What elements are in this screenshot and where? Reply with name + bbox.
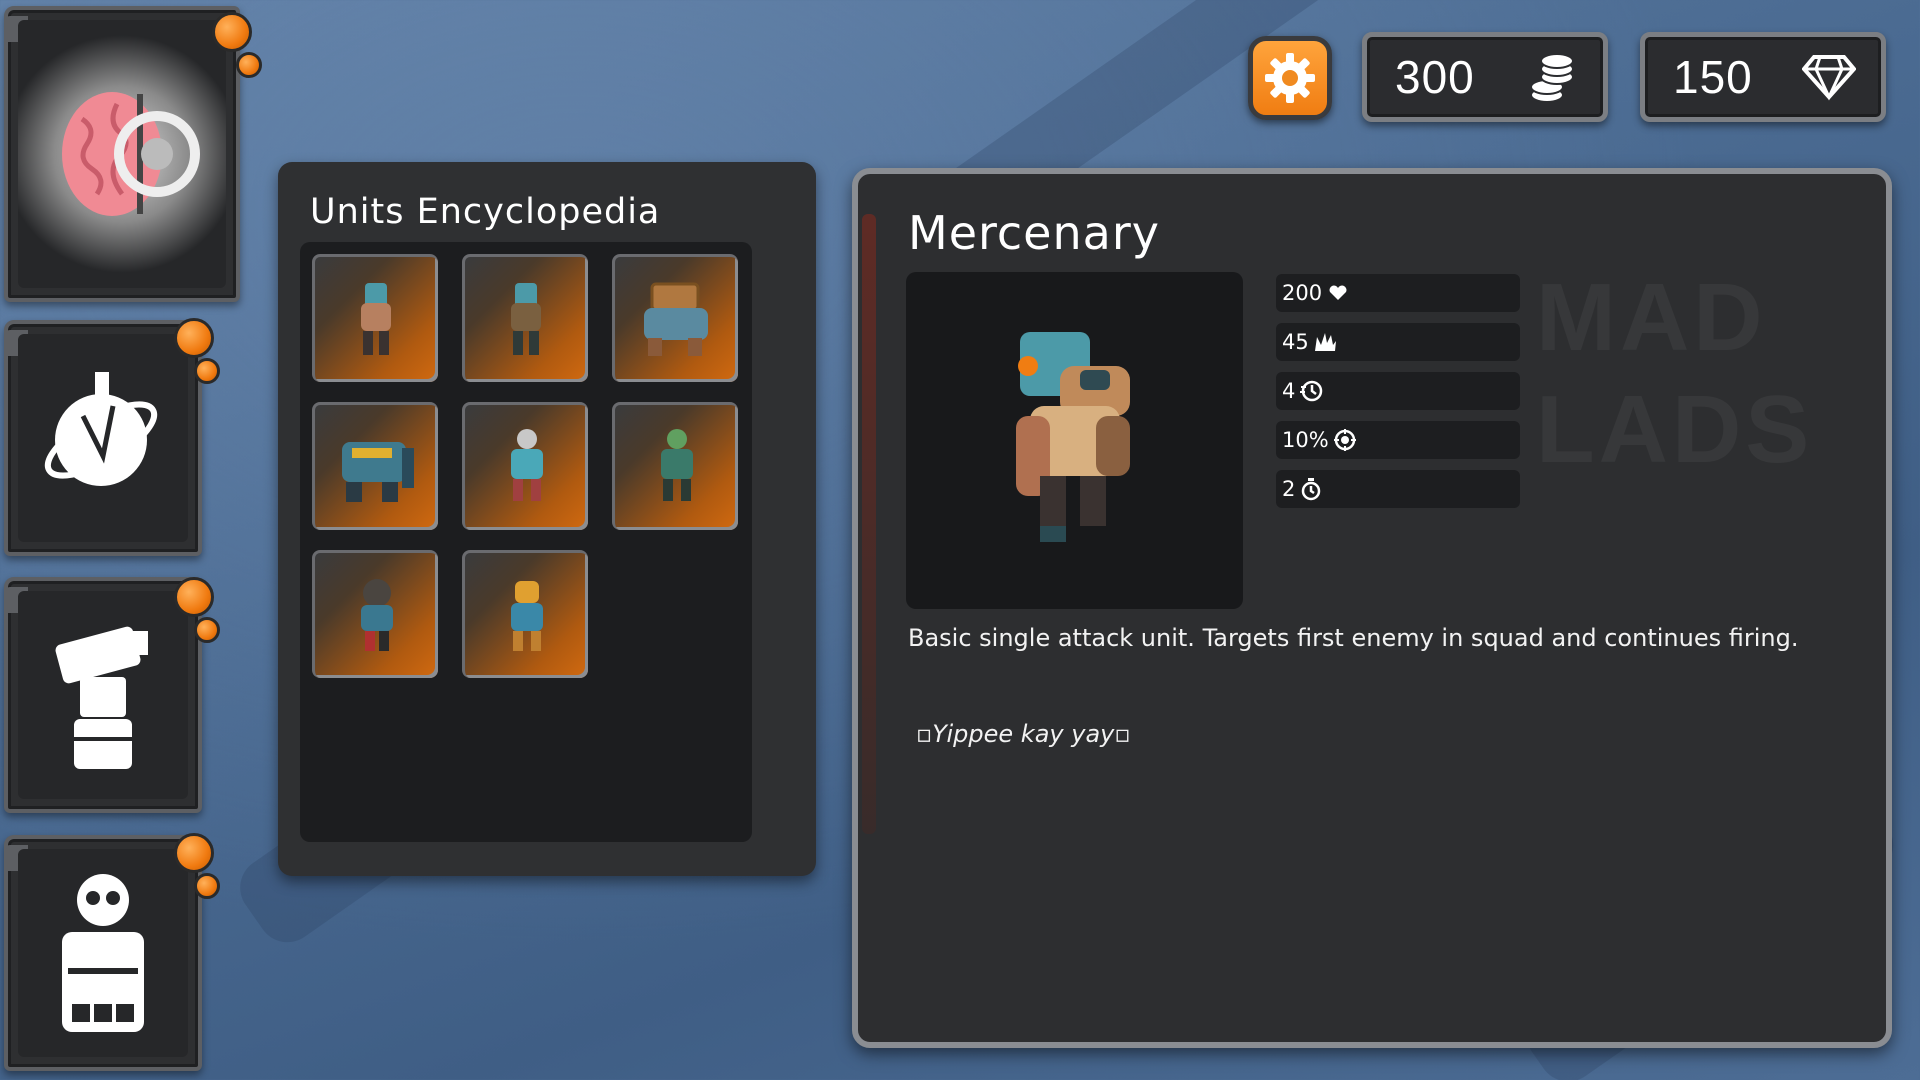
- unit-2-icon: [510, 282, 541, 355]
- notification-dot: [194, 617, 220, 643]
- gems-value: 150: [1673, 51, 1753, 103]
- unit-portrait: [906, 272, 1243, 609]
- panel-edge-decoration: [862, 214, 876, 834]
- watermark-line: LADS: [1536, 376, 1814, 483]
- attack-speed-icon: [1299, 379, 1323, 403]
- encyclopedia-title: Units Encyclopedia: [310, 192, 661, 232]
- diamond-icon: [1799, 47, 1859, 107]
- stat-value: 10%: [1282, 428, 1329, 452]
- unit-description: Basic single attack unit. Targets first …: [908, 624, 1799, 652]
- stat-attack-speed: 4: [1276, 372, 1520, 410]
- mercenary-icon: [1015, 331, 1130, 542]
- crit-icon: [1333, 428, 1357, 452]
- watermark-line: MAD: [1536, 264, 1767, 371]
- nav-turret-inner: [18, 591, 188, 799]
- stat-value: 2: [1282, 477, 1296, 501]
- coins-counter: 300: [1362, 32, 1608, 122]
- notification-dot: [174, 833, 214, 873]
- unit-8-icon: [510, 580, 543, 651]
- unit-1-icon: [360, 282, 391, 355]
- coins-icon: [1521, 47, 1581, 107]
- unit-card[interactable]: [612, 402, 738, 530]
- unit-quote: ▫Yippee kay yay▫: [916, 720, 1131, 748]
- stat-health: 200: [1276, 274, 1520, 312]
- stat-value: 4: [1282, 379, 1296, 403]
- skull-vest-icon: [62, 874, 144, 1032]
- unit-6-icon: [660, 428, 693, 501]
- nav-skull-vest-button[interactable]: [4, 833, 220, 1071]
- unit-4-icon: [341, 441, 414, 502]
- nav-planet-button[interactable]: [4, 318, 220, 556]
- encyclopedia-panel: Units Encyclopedia: [278, 162, 816, 876]
- nav-brain-button[interactable]: [4, 6, 262, 302]
- unit-card[interactable]: [312, 402, 438, 530]
- planet-icon: [44, 372, 158, 486]
- unit-name: Mercenary: [908, 206, 1160, 260]
- notification-dot: [212, 12, 252, 52]
- nav-turret-button[interactable]: [4, 577, 220, 813]
- stat-crit: 10%: [1276, 421, 1520, 459]
- unit-card[interactable]: [462, 254, 588, 382]
- unit-card[interactable]: [462, 402, 588, 530]
- nav-skull-vest-inner: [18, 849, 188, 1057]
- stat-timer: 2: [1276, 470, 1520, 508]
- unit-grid: [300, 242, 752, 842]
- coins-value: 300: [1395, 51, 1475, 103]
- damage-icon: [1313, 330, 1337, 354]
- nav-planet-inner: [18, 334, 188, 542]
- gems-counter: 150: [1640, 32, 1886, 122]
- brain-gear-icon: [62, 92, 200, 216]
- notification-dot: [174, 577, 214, 617]
- stat-value: 200: [1282, 281, 1323, 305]
- unit-card[interactable]: [462, 550, 588, 678]
- unit-card[interactable]: [612, 254, 738, 382]
- timer-icon: [1299, 477, 1323, 501]
- nav-brain-inner: [18, 20, 226, 288]
- turret-icon: [55, 626, 148, 769]
- unit-7-icon: [360, 578, 393, 651]
- notification-dot: [174, 318, 214, 358]
- notification-dot: [194, 358, 220, 384]
- heart-icon: [1326, 281, 1350, 305]
- unit-card[interactable]: [312, 254, 438, 382]
- settings-button[interactable]: [1248, 36, 1332, 120]
- unit-3-icon: [643, 282, 708, 356]
- unit-5-icon: [510, 428, 543, 501]
- watermark: MAD LADS: [1536, 262, 1813, 486]
- notification-dot: [236, 52, 262, 78]
- unit-card[interactable]: [312, 550, 438, 678]
- gear-icon: [1265, 53, 1315, 103]
- notification-dot: [194, 873, 220, 899]
- stat-value: 45: [1282, 330, 1309, 354]
- stat-damage: 45: [1276, 323, 1520, 361]
